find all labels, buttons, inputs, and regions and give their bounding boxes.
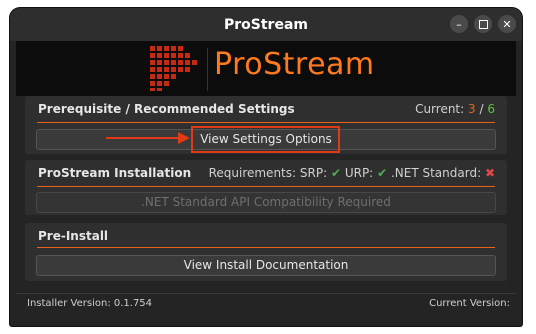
net-standard-cross-icon: ✖ xyxy=(484,166,495,180)
current-version: Current Version: xyxy=(429,298,510,309)
logo-banner: ProStream xyxy=(16,41,516,96)
close-button[interactable]: ✕ xyxy=(498,15,516,33)
minimize-icon: – xyxy=(456,17,462,31)
section-divider xyxy=(37,186,495,187)
net-standard-required-button: .NET Standard API Compatibility Required xyxy=(36,192,496,213)
preinstall-section: Pre-Install View Install Documentation xyxy=(25,223,507,281)
installer-version: Installer Version: 0.1.754 xyxy=(27,298,153,309)
logo-divider xyxy=(207,48,208,91)
srp-check-icon: ✔ xyxy=(330,166,341,180)
prerequisite-title: Prerequisite / Recommended Settings xyxy=(38,102,295,116)
minimize-button[interactable]: – xyxy=(450,15,468,33)
net-standard-label: .NET Standard: xyxy=(390,166,482,180)
annotation-arrow-icon xyxy=(106,132,190,144)
maximize-icon xyxy=(478,19,488,29)
current-separator: / xyxy=(479,102,484,116)
current-label: Current: xyxy=(415,102,465,116)
logo-text: ProStream xyxy=(214,47,375,82)
section-divider xyxy=(37,247,495,248)
window-title: ProStream xyxy=(224,16,308,33)
view-install-documentation-button[interactable]: View Install Documentation xyxy=(36,255,496,276)
footer-divider xyxy=(16,293,516,294)
requirements-label: Requirements: xyxy=(208,166,297,180)
urp-label: URP: xyxy=(344,166,374,180)
installer-window: ProStream – ✕ ProStream Prerequisite / R… xyxy=(10,8,522,326)
urp-check-icon: ✔ xyxy=(377,166,388,180)
annotation-highlight-box xyxy=(191,126,340,153)
installation-title: ProStream Installation xyxy=(38,166,192,180)
current-settings-count: Current: 3 / 6 xyxy=(415,102,495,116)
maximize-button[interactable] xyxy=(474,15,492,33)
section-divider xyxy=(37,122,495,123)
preinstall-title: Pre-Install xyxy=(38,229,109,243)
current-value: 3 xyxy=(468,102,476,116)
srp-label: SRP: xyxy=(299,166,328,180)
installation-section: ProStream Installation Requirements: SRP… xyxy=(25,160,507,215)
close-icon: ✕ xyxy=(502,17,512,31)
prostream-logo-icon xyxy=(150,46,197,91)
requirements-status: Requirements: SRP: ✔ URP: ✔ .NET Standar… xyxy=(209,166,495,180)
current-total: 6 xyxy=(487,102,495,116)
title-bar[interactable]: ProStream – ✕ xyxy=(10,8,522,41)
